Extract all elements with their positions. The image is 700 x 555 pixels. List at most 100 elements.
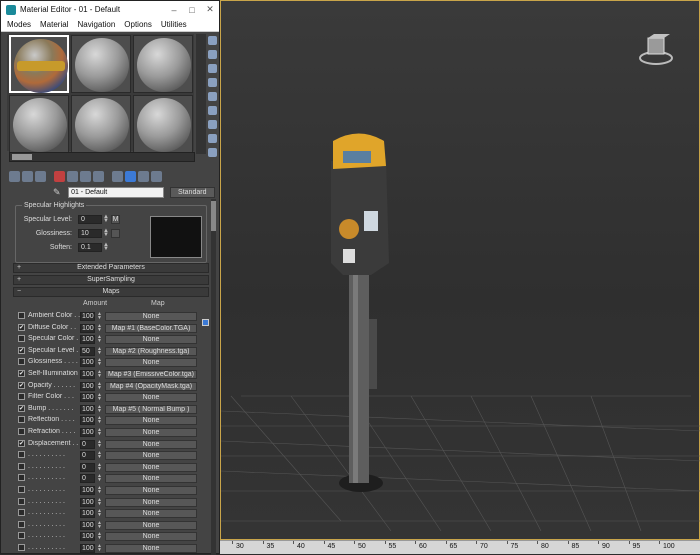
sample-slot[interactable] (71, 35, 131, 93)
map-enable-checkbox[interactable] (18, 544, 25, 551)
map-slot-button[interactable]: None (105, 451, 197, 461)
sample-slot[interactable] (133, 95, 193, 153)
map-slot-button[interactable]: None (105, 544, 197, 553)
spinner-arrows-icon[interactable]: ▲ ▼ (97, 462, 102, 472)
map-amount-field[interactable]: 0 (80, 439, 95, 449)
spinner-arrows-icon[interactable]: ▲ ▼ (97, 346, 102, 356)
copy-material-icon[interactable] (67, 170, 78, 182)
viewcube-icon[interactable] (638, 34, 674, 68)
spinner-arrows-icon[interactable]: ▲ ▼ (97, 370, 102, 379)
map-amount-field[interactable]: 50 (80, 346, 95, 356)
map-enable-checkbox[interactable] (18, 474, 25, 482)
map-slot-button[interactable]: None (105, 462, 197, 472)
spinner-arrows-icon[interactable]: ▲ ▼ (97, 439, 102, 449)
spinner-arrows-icon[interactable]: ▲ ▼ (97, 486, 102, 495)
options-icon[interactable] (208, 120, 217, 129)
map-slot-button[interactable]: None (105, 509, 197, 519)
menu-material[interactable]: Material (40, 20, 68, 29)
map-amount-field[interactable]: 100 (80, 544, 95, 553)
sample-slot-active[interactable] (9, 35, 69, 93)
parking-meter-model[interactable] (331, 133, 389, 493)
make-preview-icon[interactable] (208, 106, 217, 115)
soften-field[interactable]: 0.1 (78, 243, 102, 252)
spinner-arrows-icon[interactable]: ▲ ▼ (97, 532, 102, 541)
map-amount-field[interactable]: 100 (80, 509, 95, 519)
supersampling-rollout[interactable]: + SuperSampling (13, 275, 209, 285)
map-amount-field[interactable]: 100 (80, 381, 95, 391)
map-enable-checkbox[interactable]: ✔ (18, 404, 25, 412)
extended-parameters-rollout[interactable]: + Extended Parameters (13, 263, 209, 273)
video-color-check-icon[interactable] (208, 92, 217, 101)
map-slot-button[interactable]: None (105, 312, 197, 321)
spinner-arrows-icon[interactable]: ▲ ▼ (97, 335, 102, 344)
map-slot-button[interactable]: Map #3 (EmissiveColor.tga) (105, 370, 197, 379)
map-slot-button[interactable]: Map #1 (BaseColor.TGA) (105, 323, 197, 333)
spinner-arrows-icon[interactable]: ▲ ▼ (97, 312, 102, 321)
material-id-icon[interactable] (93, 170, 104, 182)
spinner-arrows-icon[interactable]: ▲ ▼ (97, 428, 102, 437)
menu-options[interactable]: Options (124, 20, 152, 29)
map-enable-checkbox[interactable] (18, 358, 25, 366)
map-slot-button[interactable]: Map #5 ( Normal Bump ) (105, 404, 197, 414)
assign-to-selection-icon[interactable] (35, 170, 46, 182)
map-enable-checkbox[interactable] (18, 532, 25, 540)
map-enable-checkbox[interactable] (18, 312, 25, 319)
map-slot-button[interactable]: None (105, 439, 197, 449)
spinner-arrows-icon[interactable]: ▲ ▼ (97, 393, 102, 402)
spinner-arrows-icon[interactable]: ▲ ▼ (97, 497, 102, 507)
specular-level-field[interactable]: 0 (78, 215, 102, 224)
spinner-arrows-icon[interactable]: ▲ ▼ (103, 214, 109, 224)
glossiness-map-button[interactable] (111, 229, 120, 238)
map-enable-checkbox[interactable] (18, 416, 25, 424)
map-amount-field[interactable]: 100 (80, 486, 95, 495)
map-enable-checkbox[interactable]: ✔ (18, 439, 25, 447)
map-amount-field[interactable]: 100 (80, 312, 95, 321)
map-slot-button[interactable]: None (105, 532, 197, 542)
map-shortcut-button[interactable]: M (111, 215, 120, 224)
timeline-ruler[interactable]: 30 35 40 45 50 55 60 65 70 75 80 85 90 95 100 (220, 540, 700, 554)
backlight-icon[interactable] (208, 50, 217, 59)
map-enable-checkbox[interactable] (18, 451, 25, 459)
reset-map-icon[interactable] (54, 170, 65, 182)
map-amount-field[interactable]: 100 (80, 520, 95, 530)
material-navigator-icon[interactable] (208, 148, 217, 157)
map-amount-field[interactable]: 100 (80, 370, 95, 379)
spinner-arrows-icon[interactable]: ▲ ▼ (103, 228, 109, 238)
go-to-parent-icon[interactable] (138, 170, 149, 182)
map-slot-button[interactable]: None (105, 416, 197, 426)
put-to-scene-icon[interactable] (22, 170, 33, 182)
sample-slot[interactable] (71, 95, 131, 153)
show-shaded-icon[interactable] (112, 170, 123, 182)
map-amount-field[interactable]: 0 (80, 474, 95, 484)
map-enable-checkbox[interactable] (18, 428, 25, 435)
spinner-arrows-icon[interactable]: ▲ ▼ (97, 404, 102, 414)
map-slot-button[interactable]: None (105, 335, 197, 345)
map-amount-field[interactable]: 100 (80, 393, 95, 403)
map-enable-checkbox[interactable]: ✔ (18, 370, 25, 377)
map-amount-field[interactable]: 100 (80, 323, 95, 333)
map-slot-button[interactable]: None (105, 486, 197, 495)
title-bar[interactable]: Material Editor - 01 - Default – □ ✕ (1, 1, 219, 18)
map-enable-checkbox[interactable] (18, 335, 25, 343)
eyedropper-icon[interactable]: ✎ (53, 187, 62, 197)
map-enable-checkbox[interactable] (18, 520, 25, 528)
map-slot-button[interactable]: None (105, 497, 197, 507)
get-material-icon[interactable] (9, 170, 20, 182)
spinner-arrows-icon[interactable]: ▲ ▼ (97, 416, 102, 425)
spinner-arrows-icon[interactable]: ▲ ▼ (97, 323, 102, 333)
maps-rollout[interactable]: − Maps (13, 287, 209, 297)
map-enable-checkbox[interactable] (18, 486, 25, 493)
close-icon[interactable]: ✕ (201, 4, 219, 15)
background-icon[interactable] (208, 64, 217, 73)
menu-navigation[interactable]: Navigation (77, 20, 115, 29)
map-enable-checkbox[interactable]: ✔ (18, 381, 25, 389)
menu-utilities[interactable]: Utilities (161, 20, 187, 29)
map-enable-checkbox[interactable] (18, 497, 25, 505)
map-amount-field[interactable]: 0 (80, 462, 95, 472)
spinner-arrows-icon[interactable]: ▲ ▼ (97, 544, 102, 553)
menu-modes[interactable]: Modes (7, 20, 31, 29)
slots-vertical-scrollbar[interactable] (196, 34, 206, 154)
map-slot-button[interactable]: None (105, 520, 197, 530)
map-enable-checkbox[interactable]: ✔ (18, 323, 25, 331)
spinner-arrows-icon[interactable]: ▲ ▼ (103, 242, 109, 252)
